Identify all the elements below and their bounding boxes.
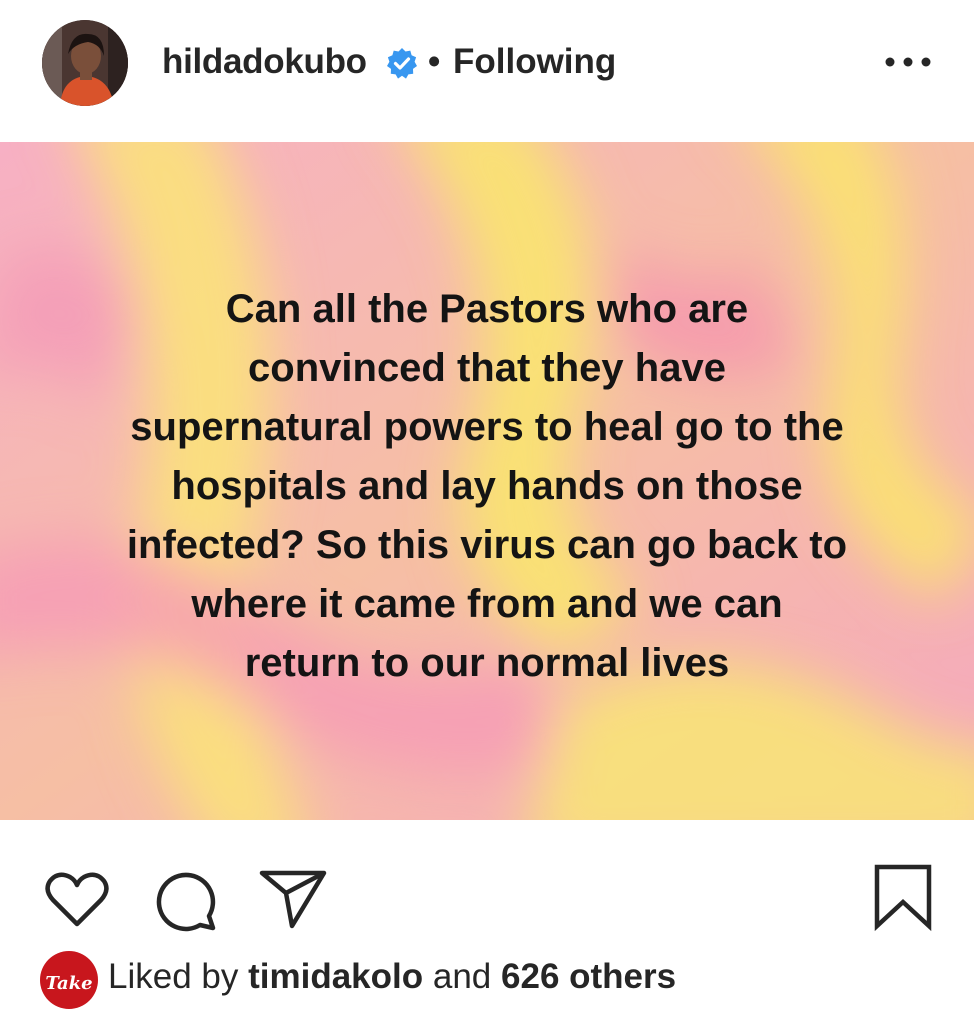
likes-connector: and: [432, 957, 492, 996]
likes-count[interactable]: 626 others: [501, 957, 676, 996]
verified-badge-icon: [387, 48, 417, 79]
post-image-text: Can all the Pastors who are convinced th…: [126, 287, 848, 685]
likes-row: Take Liked by timidakolo and 626 others: [40, 945, 940, 1009]
comment-icon[interactable]: [150, 870, 218, 932]
liker-username[interactable]: timidakolo: [248, 957, 423, 996]
user-avatar[interactable]: [42, 20, 128, 106]
likes-prefix: Liked by: [108, 957, 239, 996]
liker-avatar-logo: Take: [45, 973, 93, 994]
post-header: hildadokubo • Following: [0, 0, 974, 140]
post-image[interactable]: Can all the Pastors who are convinced th…: [0, 142, 974, 820]
heart-icon[interactable]: [44, 872, 110, 930]
liker-avatar[interactable]: Take: [40, 951, 98, 1009]
following-button[interactable]: Following: [453, 40, 616, 84]
ellipsis-icon[interactable]: [880, 50, 936, 74]
share-icon[interactable]: [258, 868, 328, 930]
header-separator: •: [428, 42, 441, 81]
action-bar: [0, 850, 974, 940]
bookmark-icon[interactable]: [872, 862, 934, 932]
instagram-post: hildadokubo • Following Can all the Past…: [0, 0, 974, 1024]
username[interactable]: hildadokubo: [162, 40, 367, 84]
likes-text: Liked by timidakolo and 626 others: [108, 953, 676, 1001]
